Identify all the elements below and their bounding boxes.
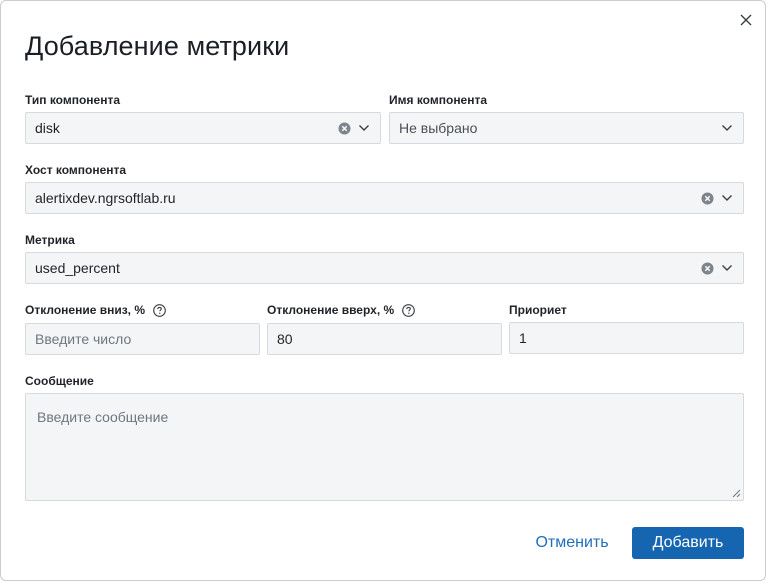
cancel-button[interactable]: Отменить <box>525 527 619 559</box>
deviation-up-input[interactable]: 80 <box>267 323 502 355</box>
chevron-down-icon[interactable] <box>720 121 734 135</box>
help-icon[interactable] <box>153 303 166 317</box>
dialog-title: Добавление метрики <box>25 31 290 61</box>
deviation-down-label: Отклонение вниз, % <box>25 303 166 317</box>
priority-value: 1 <box>519 330 527 346</box>
deviation-up-label: Отклонение вверх, % <box>267 303 416 317</box>
metric-value: used_percent <box>35 260 120 276</box>
metric-select[interactable]: used_percent <box>25 252 744 284</box>
chevron-down-icon[interactable] <box>720 191 734 205</box>
help-icon[interactable] <box>402 303 416 317</box>
priority-label: Приориет <box>509 303 567 317</box>
deviation-up-value: 80 <box>277 331 293 347</box>
component-type-label: Тип компонента <box>25 93 121 107</box>
add-button[interactable]: Добавить <box>632 527 744 559</box>
component-name-value: Не выбрано <box>399 120 478 136</box>
message-textarea[interactable]: Введите сообщение <box>25 393 744 501</box>
add-metric-dialog: Добавление метрики Тип компонента disk И… <box>0 0 766 581</box>
metric-label: Метрика <box>25 233 75 247</box>
clear-icon[interactable] <box>337 121 351 135</box>
deviation-down-placeholder: Введите число <box>35 331 132 347</box>
component-host-label: Хост компонента <box>25 163 127 177</box>
clear-icon[interactable] <box>700 191 714 205</box>
component-host-select[interactable]: alertixdev.ngrsoftlab.ru <box>25 182 744 214</box>
component-name-select[interactable]: Не выбрано <box>389 112 744 144</box>
deviation-down-input[interactable]: Введите число <box>25 323 260 355</box>
close-button[interactable] <box>737 11 755 29</box>
message-placeholder: Введите сообщение <box>37 409 169 425</box>
component-host-value: alertixdev.ngrsoftlab.ru <box>35 190 176 206</box>
component-name-label: Имя компонента <box>389 93 488 107</box>
chevron-down-icon[interactable] <box>720 261 734 275</box>
message-label: Сообщение <box>25 374 94 388</box>
clear-icon[interactable] <box>700 261 714 275</box>
component-type-value: disk <box>35 120 60 136</box>
close-icon <box>740 14 752 26</box>
priority-input[interactable]: 1 <box>509 322 744 354</box>
chevron-down-icon[interactable] <box>357 121 371 135</box>
resize-handle-icon[interactable] <box>732 489 741 498</box>
component-type-select[interactable]: disk <box>25 112 381 144</box>
